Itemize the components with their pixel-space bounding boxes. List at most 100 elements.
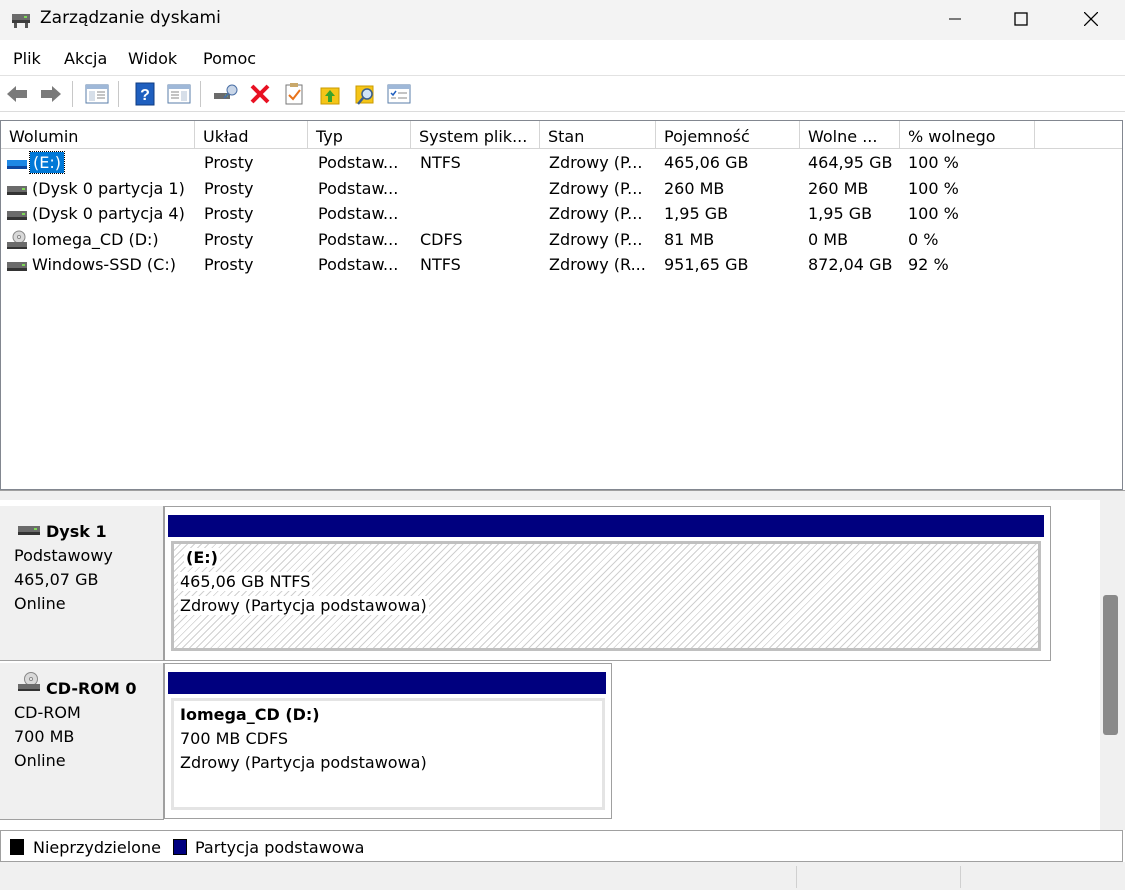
volume-filesystem: NTFS: [420, 255, 461, 274]
action-pane-button[interactable]: [166, 81, 192, 107]
column-header-typ[interactable]: Typ: [308, 121, 411, 149]
partition-e[interactable]: (E:) 465,06 GB NTFS Zdrowy (Partycja pod…: [171, 541, 1041, 651]
disk-status: Online: [14, 751, 66, 770]
volume-free-percent: 100 %: [908, 179, 959, 198]
volume-row-iomega-cd[interactable]: Iomega_CD (D:) Prosty Podstaw... CDFS Zd…: [1, 228, 1122, 253]
scrollbar-thumb[interactable]: [1103, 595, 1118, 735]
window-title: Zarządzanie dyskami: [40, 8, 221, 28]
volume-type: Podstaw...: [318, 230, 399, 249]
volume-capacity: 81 MB: [664, 230, 715, 249]
partition-detail: 465,06 GB NTFS: [178, 572, 313, 591]
list-icon: [387, 84, 411, 104]
volume-list[interactable]: Wolumin Układ Typ System plik... Stan Po…: [0, 120, 1123, 490]
volume-layout: Prosty: [204, 153, 254, 172]
delete-button[interactable]: [247, 81, 273, 107]
svg-text:?: ?: [140, 87, 150, 104]
volume-type: Podstaw...: [318, 153, 399, 172]
disk-map: Dysk 1 Podstawowy 465,07 GB Online (E:) …: [0, 500, 1100, 830]
disk-management-window: Zarządzanie dyskami Plik Akcja Widok Pom…: [0, 0, 1125, 890]
volume-layout: Prosty: [204, 179, 254, 198]
close-icon: [1084, 12, 1098, 26]
disk-type: Podstawowy: [14, 546, 113, 565]
action-pane-icon: [167, 84, 191, 104]
menu-pomoc[interactable]: Pomoc: [203, 49, 256, 68]
pane-splitter[interactable]: [0, 490, 1125, 500]
disk-1-partitions: (E:) 465,06 GB NTFS Zdrowy (Partycja pod…: [164, 506, 1051, 661]
volume-capacity: 1,95 GB: [664, 204, 729, 223]
column-header-wolne[interactable]: Wolne ...: [800, 121, 900, 149]
forward-icon: [41, 86, 61, 102]
disk-management-app-icon: [10, 8, 32, 30]
search-button[interactable]: [352, 81, 378, 107]
menu-widok[interactable]: Widok: [128, 49, 177, 68]
volume-free-percent: 100 %: [908, 153, 959, 172]
toolbar-separator: [72, 81, 73, 107]
volume-status: Zdrowy (R...: [549, 255, 646, 274]
volume-row-disk0-part1[interactable]: (Dysk 0 partycja 1) Prosty Podstaw... Zd…: [1, 177, 1122, 202]
column-header-empty: [1035, 121, 1122, 149]
drive-icon: [18, 521, 40, 540]
volume-type: Podstaw...: [318, 179, 399, 198]
help-button[interactable]: ?: [132, 81, 158, 107]
back-button[interactable]: [4, 81, 30, 107]
volume-layout: Prosty: [204, 204, 254, 223]
volume-name: (Dysk 0 partycja 4): [32, 204, 185, 223]
drive-icon: [7, 258, 27, 272]
partition-bar: [168, 515, 1044, 537]
volume-type: Podstaw...: [318, 255, 399, 274]
volume-capacity: 260 MB: [664, 179, 725, 198]
column-header-uklad[interactable]: Układ: [195, 121, 308, 149]
minimize-icon: [949, 18, 961, 20]
maximize-icon: [1014, 12, 1028, 26]
column-header-system-plikow[interactable]: System plik...: [411, 121, 540, 149]
legend-unallocated: Nieprzydzielone: [33, 838, 161, 857]
volume-free: 872,04 GB: [808, 255, 893, 274]
disk-size: 700 MB: [14, 727, 75, 746]
toolbar-separator: [118, 81, 119, 107]
status-bar: [0, 862, 1125, 890]
volume-layout: Prosty: [204, 255, 254, 274]
menu-plik[interactable]: Plik: [13, 49, 41, 68]
connect-drive-button[interactable]: [212, 81, 238, 107]
cdrom-0-label[interactable]: CD-ROM 0 CD-ROM 700 MB Online: [0, 663, 164, 820]
disk-name: CD-ROM 0: [46, 679, 137, 698]
volume-status: Zdrowy (P...: [549, 230, 643, 249]
column-header-pojemnosc[interactable]: Pojemność: [656, 121, 800, 149]
volume-row-disk0-part4[interactable]: (Dysk 0 partycja 4) Prosty Podstaw... Zd…: [1, 202, 1122, 227]
minimize-button[interactable]: [920, 0, 990, 38]
upload-icon: [320, 87, 340, 105]
column-header-wolumin[interactable]: Wolumin: [1, 121, 195, 149]
column-header-stan[interactable]: Stan: [540, 121, 656, 149]
properties-button[interactable]: [281, 81, 307, 107]
menu-akcja[interactable]: Akcja: [64, 49, 107, 68]
close-button[interactable]: [1056, 0, 1125, 38]
volume-free: 464,95 GB: [808, 153, 893, 172]
menu-bar: Plik Akcja Widok Pomoc: [0, 40, 1125, 76]
volume-status: Zdrowy (P...: [549, 153, 643, 172]
volume-free: 1,95 GB: [808, 204, 873, 223]
cd-drive-icon: [7, 230, 27, 250]
disk-size: 465,07 GB: [14, 570, 99, 589]
connect-drive-icon: [214, 84, 238, 99]
volume-filesystem: CDFS: [420, 230, 463, 249]
volume-row-e[interactable]: (E:) Prosty Podstaw... NTFS Zdrowy (P...…: [1, 151, 1122, 176]
drive-icon: [7, 182, 27, 196]
maximize-button[interactable]: [986, 0, 1056, 38]
volume-row-windows-ssd[interactable]: Windows-SSD (C:) Prosty Podstaw... NTFS …: [1, 253, 1122, 278]
list-view-button[interactable]: [386, 81, 412, 107]
console-tree-button[interactable]: [84, 81, 110, 107]
column-header-procent-wolnego[interactable]: % wolnego: [900, 121, 1035, 149]
partition-status: Zdrowy (Partycja podstawowa): [178, 753, 429, 772]
partition-status: Zdrowy (Partycja podstawowa): [178, 596, 429, 615]
disk-status: Online: [14, 594, 66, 613]
disk-name: Dysk 1: [46, 522, 107, 541]
disk-1-label[interactable]: Dysk 1 Podstawowy 465,07 GB Online: [0, 506, 164, 661]
volume-free-percent: 0 %: [908, 230, 939, 249]
upload-button[interactable]: [317, 81, 343, 107]
partition-iomega-cd[interactable]: Iomega_CD (D:) 700 MB CDFS Zdrowy (Party…: [171, 698, 605, 810]
volume-free-percent: 92 %: [908, 255, 949, 274]
legend: Nieprzydzielone Partycja podstawowa: [0, 830, 1123, 862]
disk-type: CD-ROM: [14, 703, 81, 722]
status-separator: [796, 866, 797, 888]
forward-button[interactable]: [38, 81, 64, 107]
